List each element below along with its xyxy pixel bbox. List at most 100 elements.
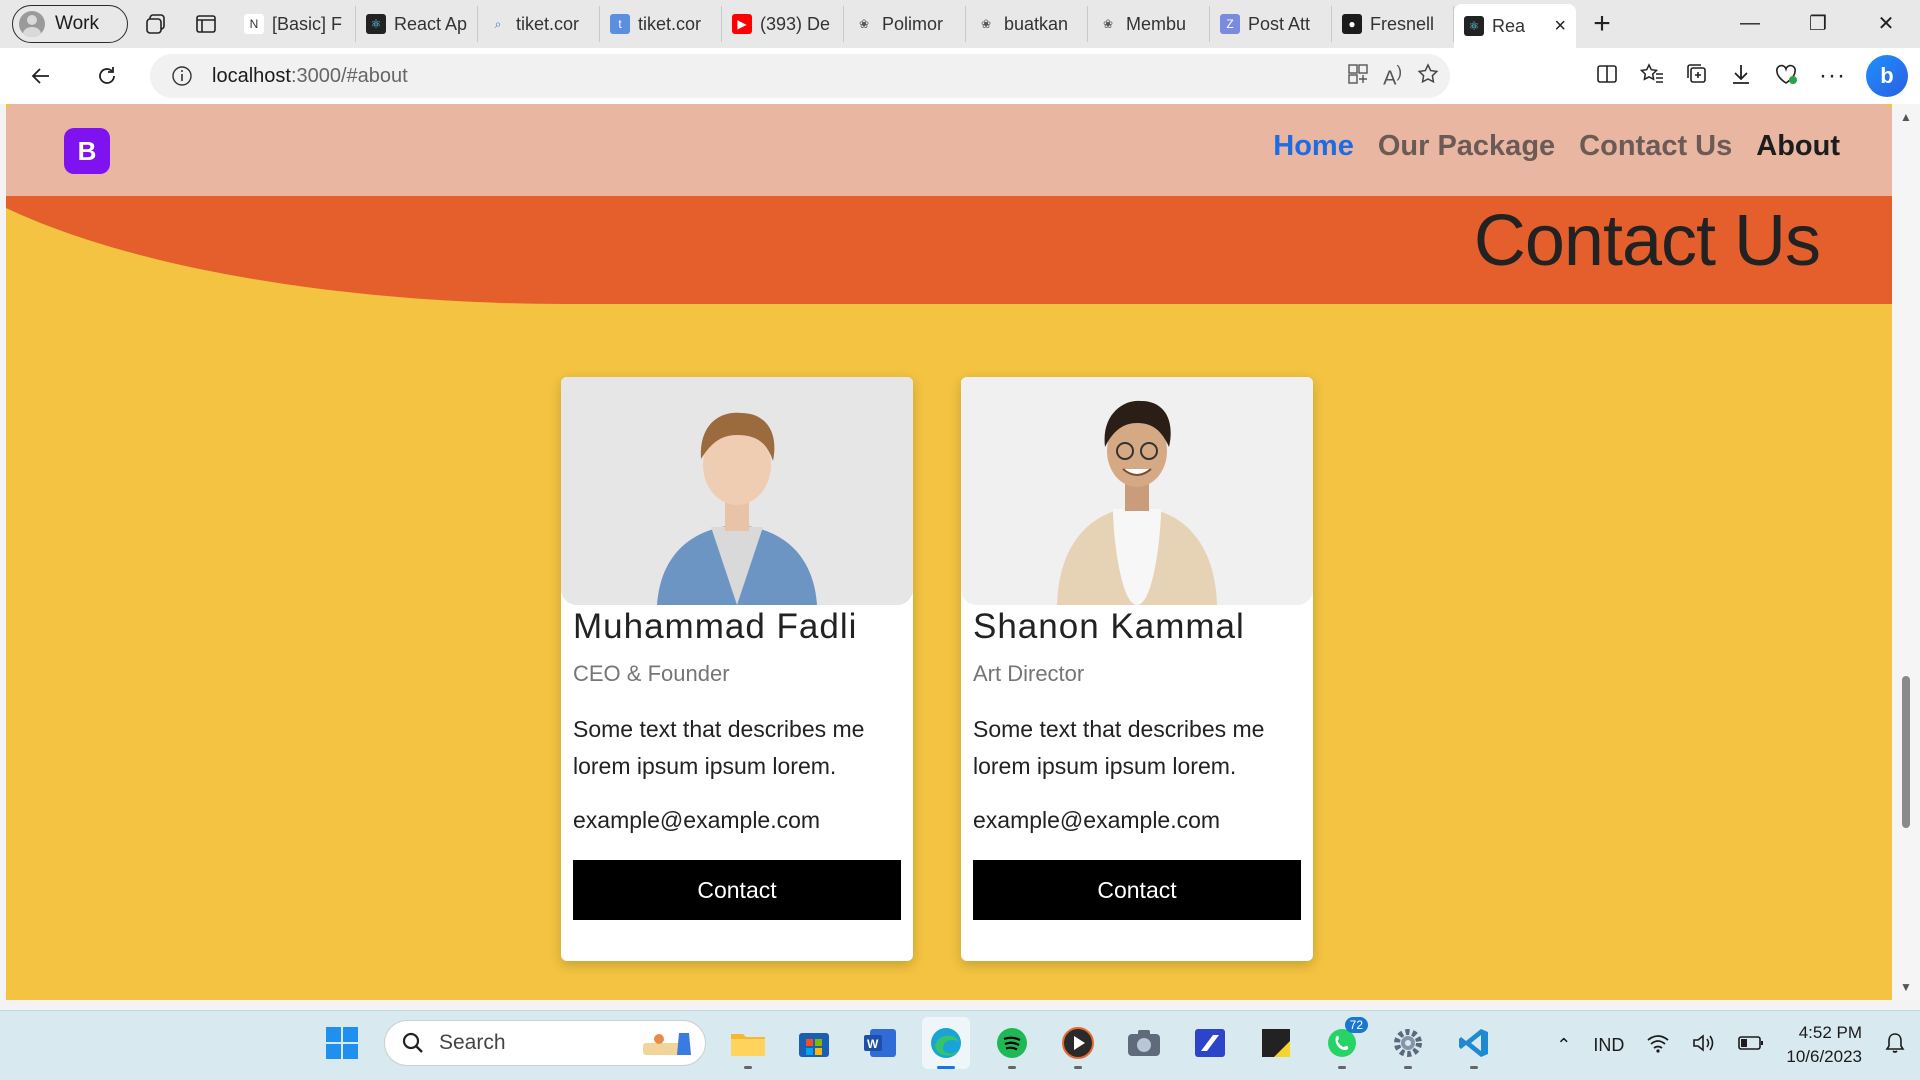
url-host: localhost bbox=[212, 64, 291, 87]
site-info-icon[interactable] bbox=[160, 65, 204, 87]
browser-tab[interactable]: Z Post Att bbox=[1210, 6, 1332, 42]
nav-package-link[interactable]: Our Package bbox=[1378, 130, 1555, 163]
browser-tab[interactable]: ❀ Membu bbox=[1088, 6, 1210, 42]
member-email: example@example.com bbox=[573, 807, 821, 833]
tab-title: React Ap bbox=[394, 13, 467, 34]
media-player-icon[interactable] bbox=[1054, 1017, 1102, 1069]
back-icon[interactable] bbox=[18, 53, 64, 99]
favorites-icon[interactable] bbox=[1639, 62, 1665, 91]
restore-button[interactable]: ❐ bbox=[1784, 0, 1852, 46]
scroll-down-icon[interactable]: ▼ bbox=[1900, 980, 1912, 994]
tab-title: tiket.cor bbox=[638, 13, 702, 34]
system-clock[interactable]: 4:52 PM 10/6/2023 bbox=[1786, 1021, 1862, 1069]
nav-about-link[interactable]: About bbox=[1756, 130, 1840, 163]
page-scrollbar[interactable]: ▲ ▼ bbox=[1892, 104, 1920, 1000]
chatgpt-icon: ❀ bbox=[1098, 14, 1118, 34]
react-icon: ⚛ bbox=[366, 14, 386, 34]
browser-tab[interactable]: t tiket.cor bbox=[600, 6, 722, 42]
settings-gear-icon[interactable] bbox=[1384, 1017, 1432, 1069]
browser-tab[interactable]: ❀ Polimor bbox=[844, 6, 966, 42]
browser-tab[interactable]: ❀ buatkan bbox=[966, 6, 1088, 42]
tab-title: buatkan bbox=[1004, 13, 1069, 34]
more-options-icon[interactable]: ··· bbox=[1819, 62, 1846, 90]
browser-tab[interactable]: ▶ (393) De bbox=[722, 6, 844, 42]
tab-title: Polimor bbox=[882, 13, 944, 34]
github-icon: ● bbox=[1342, 14, 1362, 34]
search-icon: ⌕ bbox=[494, 16, 502, 31]
contact-button[interactable]: Contact bbox=[973, 860, 1301, 920]
new-tab-button[interactable]: + bbox=[1580, 4, 1624, 44]
browser-essentials-icon[interactable] bbox=[1773, 62, 1799, 91]
clock-date: 10/6/2023 bbox=[1786, 1047, 1862, 1066]
browser-tab[interactable]: ● Fresnell bbox=[1332, 6, 1454, 42]
chevron-up-icon[interactable]: ⌃ bbox=[1556, 1035, 1571, 1056]
close-tab-icon[interactable]: × bbox=[1554, 15, 1566, 38]
member-role: Art Director bbox=[973, 661, 1085, 686]
browser-tab[interactable]: ⌕ tiket.cor bbox=[478, 6, 600, 42]
tab-title: Membu bbox=[1126, 13, 1187, 34]
url-text[interactable]: localhost:3000/#about bbox=[212, 65, 408, 88]
contact-button[interactable]: Contact bbox=[573, 860, 901, 920]
tab-title: Fresnell bbox=[1370, 13, 1435, 34]
camera-icon[interactable] bbox=[1120, 1017, 1168, 1069]
site-navbar: B Home Our Package Contact Us About bbox=[6, 104, 1892, 196]
member-description: Some text that describes me lorem ipsum … bbox=[573, 716, 865, 779]
nav-home-link[interactable]: Home bbox=[1273, 130, 1354, 163]
battery-icon[interactable] bbox=[1738, 1035, 1764, 1056]
bootstrap-logo-icon[interactable]: B bbox=[64, 128, 110, 174]
pen-app-icon[interactable] bbox=[1186, 1017, 1234, 1069]
tab-actions-icon[interactable] bbox=[184, 4, 228, 44]
search-highlight-icon bbox=[639, 1029, 695, 1065]
team-card: Shanon Kammal Art Director Some text tha… bbox=[961, 377, 1313, 961]
vscode-icon[interactable] bbox=[1450, 1017, 1498, 1069]
minimize-button[interactable]: — bbox=[1716, 0, 1784, 46]
page-viewport: B Home Our Package Contact Us About Cont… bbox=[6, 104, 1892, 1000]
nav-links: Home Our Package Contact Us About bbox=[1273, 130, 1840, 163]
profile-button[interactable]: Work bbox=[12, 5, 128, 43]
team-card: Muhammad Fadli CEO & Founder Some text t… bbox=[561, 377, 913, 961]
favorite-star-icon[interactable] bbox=[1416, 62, 1440, 91]
z-icon: Z bbox=[1220, 14, 1240, 34]
browser-tab[interactable]: ⚛ React Ap bbox=[356, 6, 478, 42]
tab-title: Post Att bbox=[1248, 13, 1311, 34]
refresh-icon[interactable] bbox=[84, 53, 130, 99]
taskbar-search[interactable]: Search bbox=[384, 1020, 706, 1066]
address-bar[interactable]: localhost:3000/#about A) bbox=[150, 54, 1450, 98]
copilot-icon[interactable]: b bbox=[1866, 55, 1908, 97]
file-explorer-icon[interactable] bbox=[724, 1017, 772, 1069]
wifi-icon[interactable] bbox=[1646, 1033, 1670, 1058]
read-aloud-icon[interactable]: A) bbox=[1383, 62, 1402, 91]
scroll-up-icon[interactable]: ▲ bbox=[1900, 110, 1912, 124]
browser-tab[interactable]: ⚛ Rea × bbox=[1454, 4, 1576, 48]
browser-tab[interactable]: N [Basic] F bbox=[234, 6, 356, 42]
profile-photo bbox=[561, 377, 913, 605]
volume-icon[interactable] bbox=[1692, 1033, 1716, 1058]
profile-avatar-icon bbox=[19, 11, 45, 37]
spotify-icon[interactable] bbox=[988, 1017, 1036, 1069]
window-controls: — ❐ ✕ bbox=[1716, 0, 1920, 46]
member-name: Muhammad Fadli bbox=[573, 607, 858, 646]
browser-toolbar: localhost:3000/#about A) ··· b bbox=[0, 48, 1920, 104]
page-title: Contact Us bbox=[1473, 201, 1821, 281]
word-icon[interactable]: W bbox=[856, 1017, 904, 1069]
member-description: Some text that describes me lorem ipsum … bbox=[973, 716, 1265, 779]
tab-title: Rea bbox=[1492, 15, 1526, 36]
scrollbar-thumb[interactable] bbox=[1902, 676, 1910, 828]
close-window-button[interactable]: ✕ bbox=[1852, 0, 1920, 46]
downloads-icon[interactable] bbox=[1729, 62, 1753, 91]
sticky-notes-icon[interactable] bbox=[1252, 1017, 1300, 1069]
collections-icon[interactable] bbox=[1685, 62, 1709, 91]
nav-contact-link[interactable]: Contact Us bbox=[1579, 130, 1732, 163]
microsoft-store-icon[interactable] bbox=[790, 1017, 838, 1069]
whatsapp-icon[interactable]: 72 bbox=[1318, 1017, 1368, 1069]
edge-browser-icon[interactable] bbox=[922, 1017, 970, 1069]
language-indicator[interactable]: IND bbox=[1593, 1035, 1624, 1056]
app-available-icon[interactable] bbox=[1347, 63, 1369, 90]
workspaces-icon[interactable] bbox=[134, 4, 178, 44]
clock-time: 4:52 PM bbox=[1798, 1023, 1862, 1042]
start-menu-icon[interactable] bbox=[318, 1017, 366, 1069]
svg-text:W: W bbox=[867, 1037, 879, 1051]
member-email: example@example.com bbox=[973, 807, 1221, 833]
notification-bell-icon[interactable] bbox=[1884, 1032, 1906, 1059]
split-screen-icon[interactable] bbox=[1595, 62, 1619, 91]
